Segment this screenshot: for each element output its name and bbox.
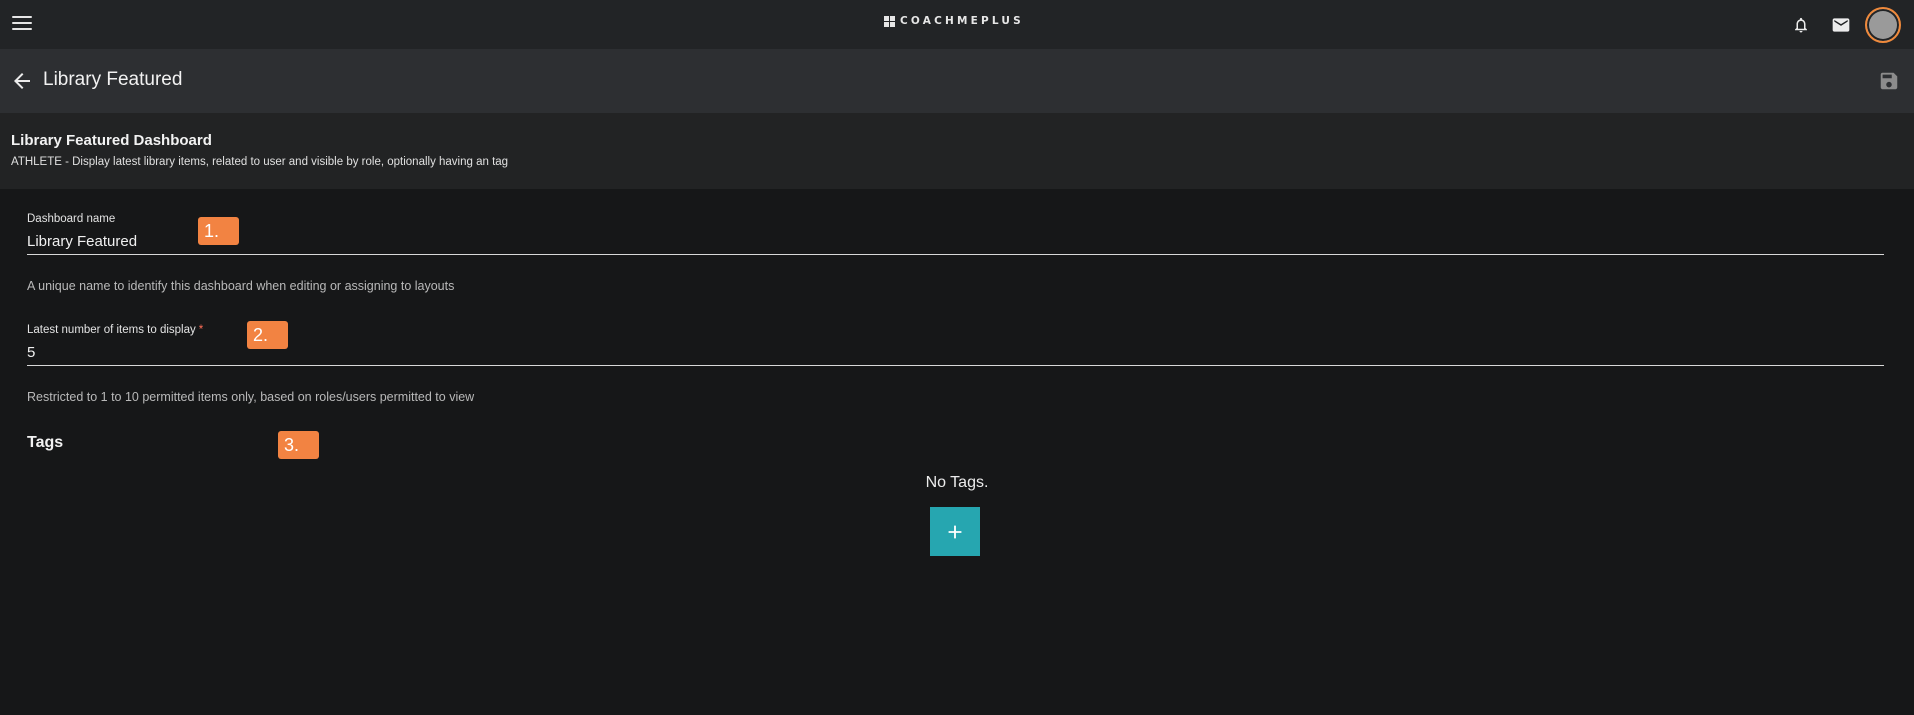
annotation-badge-2: 2. (247, 321, 288, 349)
tags-section-title: Tags (27, 434, 64, 451)
item-count-label: Latest number of items to display * (27, 324, 203, 336)
annotation-badge-3: 3. (278, 431, 319, 459)
dashboard-type-description: ATHLETE - Display latest library items, … (11, 156, 509, 168)
app-logo[interactable]: COACHMEPLUS (884, 15, 1024, 27)
annotation-badge-1: 1. (198, 217, 239, 245)
arrow-left-icon[interactable] (10, 69, 34, 93)
dashboard-name-hint: A unique name to identify this dashboard… (27, 279, 455, 293)
logo-mark-icon (884, 15, 895, 27)
item-count-label-text: Latest number of items to display (27, 324, 196, 336)
user-avatar[interactable] (1865, 6, 1901, 43)
hamburger-menu-icon[interactable] (12, 12, 34, 34)
page-title: Library Featured (43, 69, 183, 90)
floppy-disk-icon[interactable] (1878, 70, 1900, 92)
no-tags-message: No Tags. (925, 474, 989, 491)
add-tag-button[interactable] (930, 507, 980, 556)
dashboard-name-underline (27, 254, 1884, 255)
dashboard-name-label: Dashboard name (27, 213, 116, 225)
plus-icon (948, 525, 962, 538)
dashboard-type-title: Library Featured Dashboard (11, 132, 212, 149)
item-count-underline (27, 365, 1884, 366)
dashboard-description-panel: Library Featured Dashboard ATHLETE - Dis… (0, 113, 1914, 189)
item-count-hint: Restricted to 1 to 10 permitted items on… (27, 390, 475, 404)
top-app-bar: COACHMEPLUS (0, 0, 1914, 49)
dashboard-name-input[interactable] (27, 230, 1877, 252)
item-count-input[interactable] (27, 341, 1877, 363)
bell-icon[interactable] (1781, 5, 1821, 45)
page-header: Library Featured (0, 49, 1914, 113)
envelope-icon[interactable] (1821, 5, 1861, 45)
required-mark: * (198, 324, 204, 336)
logo-text: COACHMEPLUS (900, 15, 1024, 27)
